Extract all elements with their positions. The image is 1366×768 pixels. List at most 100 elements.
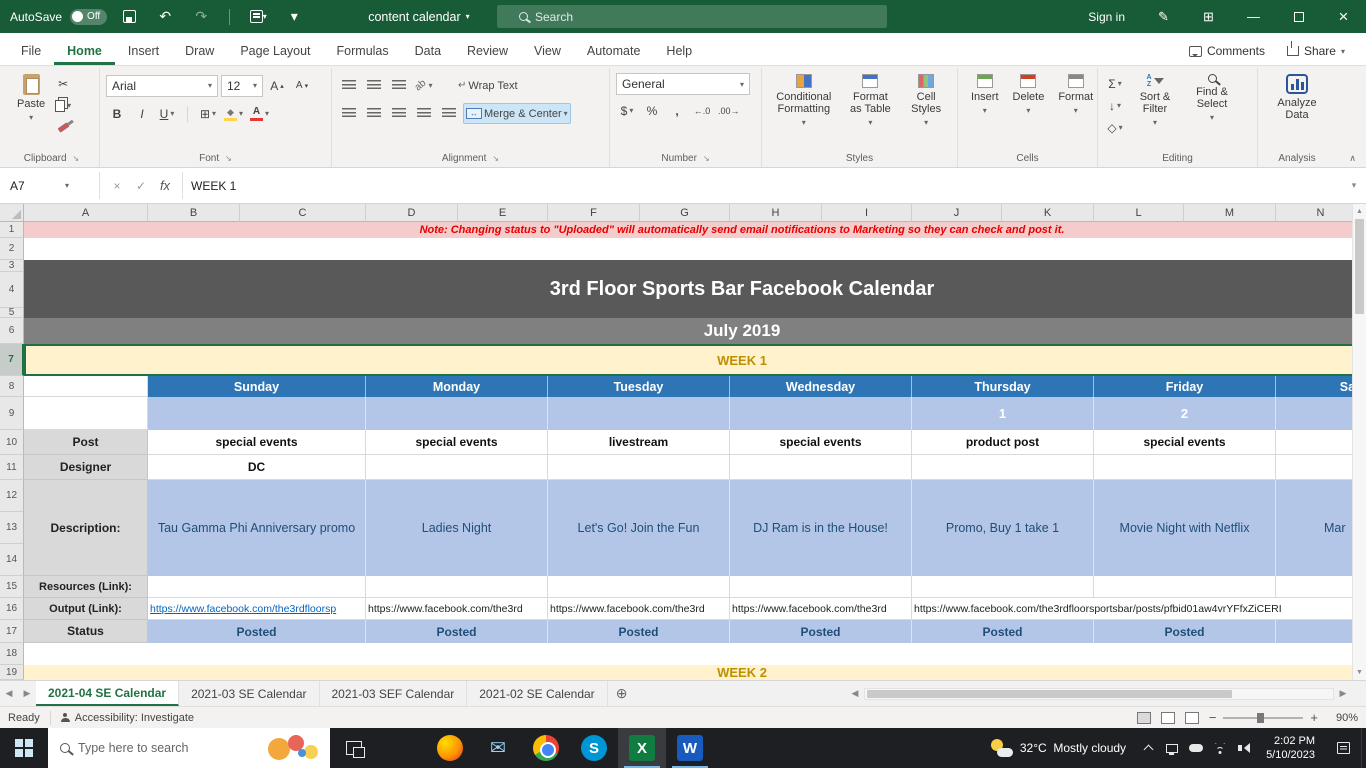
sheet-tab-2021-02[interactable]: 2021-02 SE Calendar — [467, 681, 608, 706]
status-cell-monday[interactable]: Posted — [366, 620, 548, 643]
description-cell-thursday[interactable]: Promo, Buy 1 take 1 — [912, 480, 1094, 576]
copy-button[interactable]: ▾ — [52, 95, 74, 116]
orientation-button[interactable]: ab ▾ — [413, 75, 435, 96]
align-right-button[interactable] — [388, 103, 410, 124]
resources-cell-sunday[interactable] — [148, 576, 366, 598]
number-dialog-launcher[interactable]: ↘ — [703, 154, 710, 163]
description-label-cell[interactable]: Description: — [24, 480, 148, 576]
month-title-cell[interactable]: July 2019 — [24, 318, 1366, 344]
number-format-select[interactable]: General ▾ — [616, 73, 750, 95]
new-sheet-button[interactable]: ⊕ — [608, 681, 636, 706]
ribbon-layout-button[interactable]: ⊞ — [1186, 0, 1231, 33]
font-color-button[interactable]: A ▾ — [248, 103, 271, 124]
status-cell-tuesday[interactable]: Posted — [548, 620, 730, 643]
decrease-indent-button[interactable] — [413, 103, 435, 124]
bold-button[interactable]: B — [106, 103, 128, 124]
row-header-17[interactable]: 17 — [0, 620, 24, 643]
date-cell-friday[interactable]: 2 — [1094, 397, 1276, 430]
clock[interactable]: 2:02 PM 5/10/2023 — [1256, 734, 1325, 762]
resources-cell-wednesday[interactable] — [730, 576, 912, 598]
column-header-e[interactable]: E — [458, 204, 548, 222]
status-cell-friday[interactable]: Posted — [1094, 620, 1276, 643]
empty-cell[interactable] — [24, 397, 148, 430]
column-header-j[interactable]: J — [912, 204, 1002, 222]
increase-indent-button[interactable] — [438, 103, 460, 124]
designer-cell-friday[interactable] — [1094, 455, 1276, 480]
find-select-button[interactable]: Find & Select ▾ — [1184, 70, 1240, 126]
select-all-button[interactable] — [0, 204, 24, 222]
designer-cell-tuesday[interactable] — [548, 455, 730, 480]
week1-banner-cell[interactable]: WEEK 1 — [24, 344, 1366, 376]
row-header-11[interactable]: 11 — [0, 455, 24, 480]
edge-app-button[interactable] — [378, 728, 426, 768]
post-cell-monday[interactable]: special events — [366, 430, 548, 455]
row-header-2[interactable]: 2 — [0, 238, 24, 260]
column-header-a[interactable]: A — [24, 204, 148, 222]
taskbar-search-input[interactable] — [78, 741, 238, 755]
taskbar-search-box[interactable] — [48, 728, 330, 768]
format-painter-button[interactable] — [52, 117, 74, 138]
percent-style-button[interactable]: % — [641, 100, 663, 121]
pen-mode-button[interactable]: ✎ — [1141, 0, 1186, 33]
row-header-12[interactable]: 12 — [0, 480, 23, 512]
resources-cell-tuesday[interactable] — [548, 576, 730, 598]
merge-center-button[interactable]: ↔ Merge & Center ▾ — [463, 103, 571, 124]
tab-automate[interactable]: Automate — [574, 37, 654, 65]
analyze-data-button[interactable]: Analyze Data — [1264, 70, 1330, 125]
resources-cell-friday[interactable] — [1094, 576, 1276, 598]
tab-review[interactable]: Review — [454, 37, 521, 65]
row-header-10[interactable]: 10 — [0, 430, 24, 455]
row-header-6[interactable]: 6 — [0, 318, 24, 344]
cut-button[interactable]: ✂ — [52, 73, 74, 94]
tab-view[interactable]: View — [521, 37, 574, 65]
italic-button[interactable]: I — [131, 103, 153, 124]
close-button[interactable]: × — [1321, 0, 1366, 33]
day-header-sunday[interactable]: Sunday — [148, 376, 366, 397]
column-header-d[interactable]: D — [366, 204, 458, 222]
bottom-align-button[interactable] — [388, 75, 410, 96]
tab-formulas[interactable]: Formulas — [324, 37, 402, 65]
vertical-scrollbar[interactable]: ▲ ▼ — [1352, 204, 1366, 680]
resources-cell-thursday[interactable] — [912, 576, 1094, 598]
scroll-up-icon[interactable]: ▲ — [1356, 204, 1363, 219]
previous-sheet-button[interactable]: ◀ — [0, 681, 18, 706]
empty-cell[interactable] — [24, 643, 1366, 665]
date-cell-sunday[interactable] — [148, 397, 366, 430]
volume-tray-button[interactable] — [1232, 728, 1256, 768]
horizontal-scrollbar[interactable]: ◀ ▶ — [846, 681, 1366, 706]
sign-in-button[interactable]: Sign in — [1072, 10, 1141, 24]
resources-label-cell[interactable]: Resources (Link): — [24, 576, 148, 598]
autosave-toggle[interactable]: Off — [70, 8, 108, 25]
tab-help[interactable]: Help — [653, 37, 705, 65]
onedrive-tray-button[interactable] — [1184, 728, 1208, 768]
clipboard-dialog-launcher[interactable]: ↘ — [73, 154, 80, 163]
mail-app-button[interactable]: ✉ — [474, 728, 522, 768]
column-header-m[interactable]: M — [1184, 204, 1276, 222]
horizontal-scroll-thumb[interactable] — [867, 689, 1233, 698]
align-left-button[interactable] — [338, 103, 360, 124]
zoom-level[interactable]: 90% — [1328, 712, 1358, 724]
normal-view-button[interactable] — [1136, 711, 1151, 724]
output-link-monday[interactable]: https://www.facebook.com/the3rd — [366, 598, 548, 620]
weather-widget[interactable]: 32°C Mostly cloudy — [981, 728, 1136, 768]
tab-draw[interactable]: Draw — [172, 37, 227, 65]
format-cells-button[interactable]: Format ▾ — [1051, 70, 1100, 119]
output-link-tuesday[interactable]: https://www.facebook.com/the3rd — [548, 598, 730, 620]
cell-styles-button[interactable]: Cell Styles ▾ — [901, 70, 951, 131]
designer-cell-monday[interactable] — [366, 455, 548, 480]
task-view-button[interactable] — [330, 728, 378, 768]
row-header-9[interactable]: 9 — [0, 397, 24, 430]
comments-button[interactable]: Comments — [1180, 41, 1274, 61]
sheet-tab-2021-03-se[interactable]: 2021-03 SE Calendar — [179, 681, 320, 706]
show-desktop-button[interactable] — [1361, 728, 1366, 768]
output-link-wednesday[interactable]: https://www.facebook.com/the3rd — [730, 598, 912, 620]
row-header-8[interactable]: 8 — [0, 376, 24, 397]
skype-app-button[interactable]: S — [570, 728, 618, 768]
name-box-chevron-icon[interactable]: ▾ — [65, 181, 69, 190]
insert-cells-button[interactable]: Insert ▾ — [964, 70, 1006, 119]
format-as-table-button[interactable]: Format as Table ▾ — [840, 70, 902, 131]
tab-file[interactable]: File — [8, 37, 54, 65]
firefox-app-button[interactable] — [426, 728, 474, 768]
description-cell-sunday[interactable]: Tau Gamma Phi Anniversary promo — [148, 480, 366, 576]
font-name-select[interactable]: Arial ▾ — [106, 74, 218, 97]
